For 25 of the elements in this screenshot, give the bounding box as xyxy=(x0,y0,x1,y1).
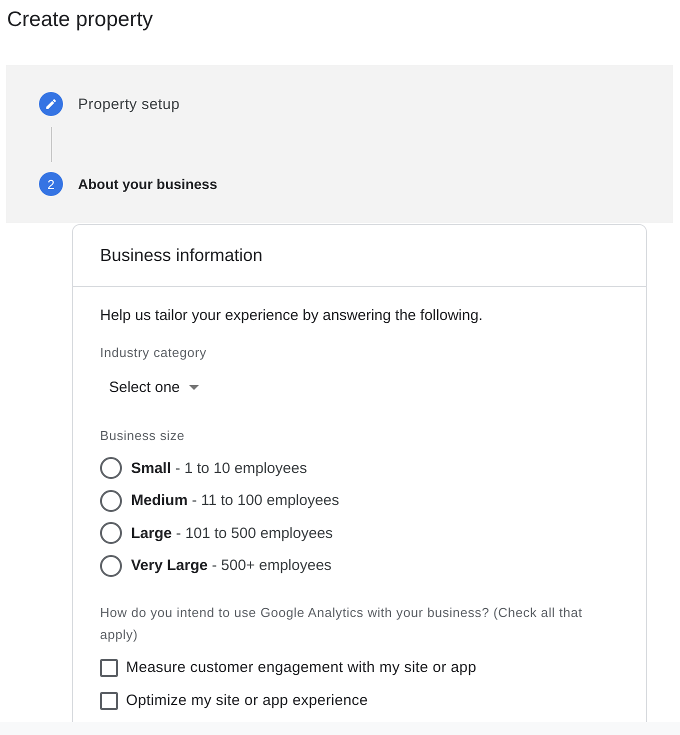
radio-label: Large - 101 to 500 employees xyxy=(131,524,333,542)
intro-text: Help us tailor your experience by answering the following. xyxy=(100,306,484,326)
checkbox-label: Optimize my site or app experience xyxy=(126,692,368,709)
radio-label: Small - 1 to 10 employees xyxy=(131,460,307,477)
industry-dropdown[interactable]: Select one xyxy=(100,369,208,405)
checkbox[interactable] xyxy=(100,658,118,676)
radio-label: Very Large - 500+ employees xyxy=(131,557,332,574)
radio-button[interactable] xyxy=(100,522,122,544)
pencil-icon xyxy=(39,92,63,116)
radio-button[interactable] xyxy=(100,490,122,512)
step-label[interactable]: Property setup xyxy=(78,96,180,112)
checkbox-label: Measure customer engagement with my site or app xyxy=(126,659,476,676)
radio-label: Medium - 11 to 100 employees xyxy=(131,492,340,510)
step-number-badge: 2 xyxy=(39,172,63,196)
card-title: Business information xyxy=(100,245,262,266)
checkbox[interactable] xyxy=(100,692,118,710)
field-label: Business size xyxy=(100,427,186,445)
caret-icon xyxy=(188,384,199,390)
radio-button[interactable] xyxy=(100,457,122,480)
radio-button[interactable] xyxy=(100,554,122,577)
step-label[interactable]: About your business xyxy=(78,176,218,192)
question-text: How do you intend to use Google Analytics with your business? (Check all that apply) xyxy=(100,604,584,644)
step-connector-line xyxy=(50,127,52,162)
field-label: Industry category xyxy=(100,344,208,362)
page-title: Create property xyxy=(6,7,153,33)
